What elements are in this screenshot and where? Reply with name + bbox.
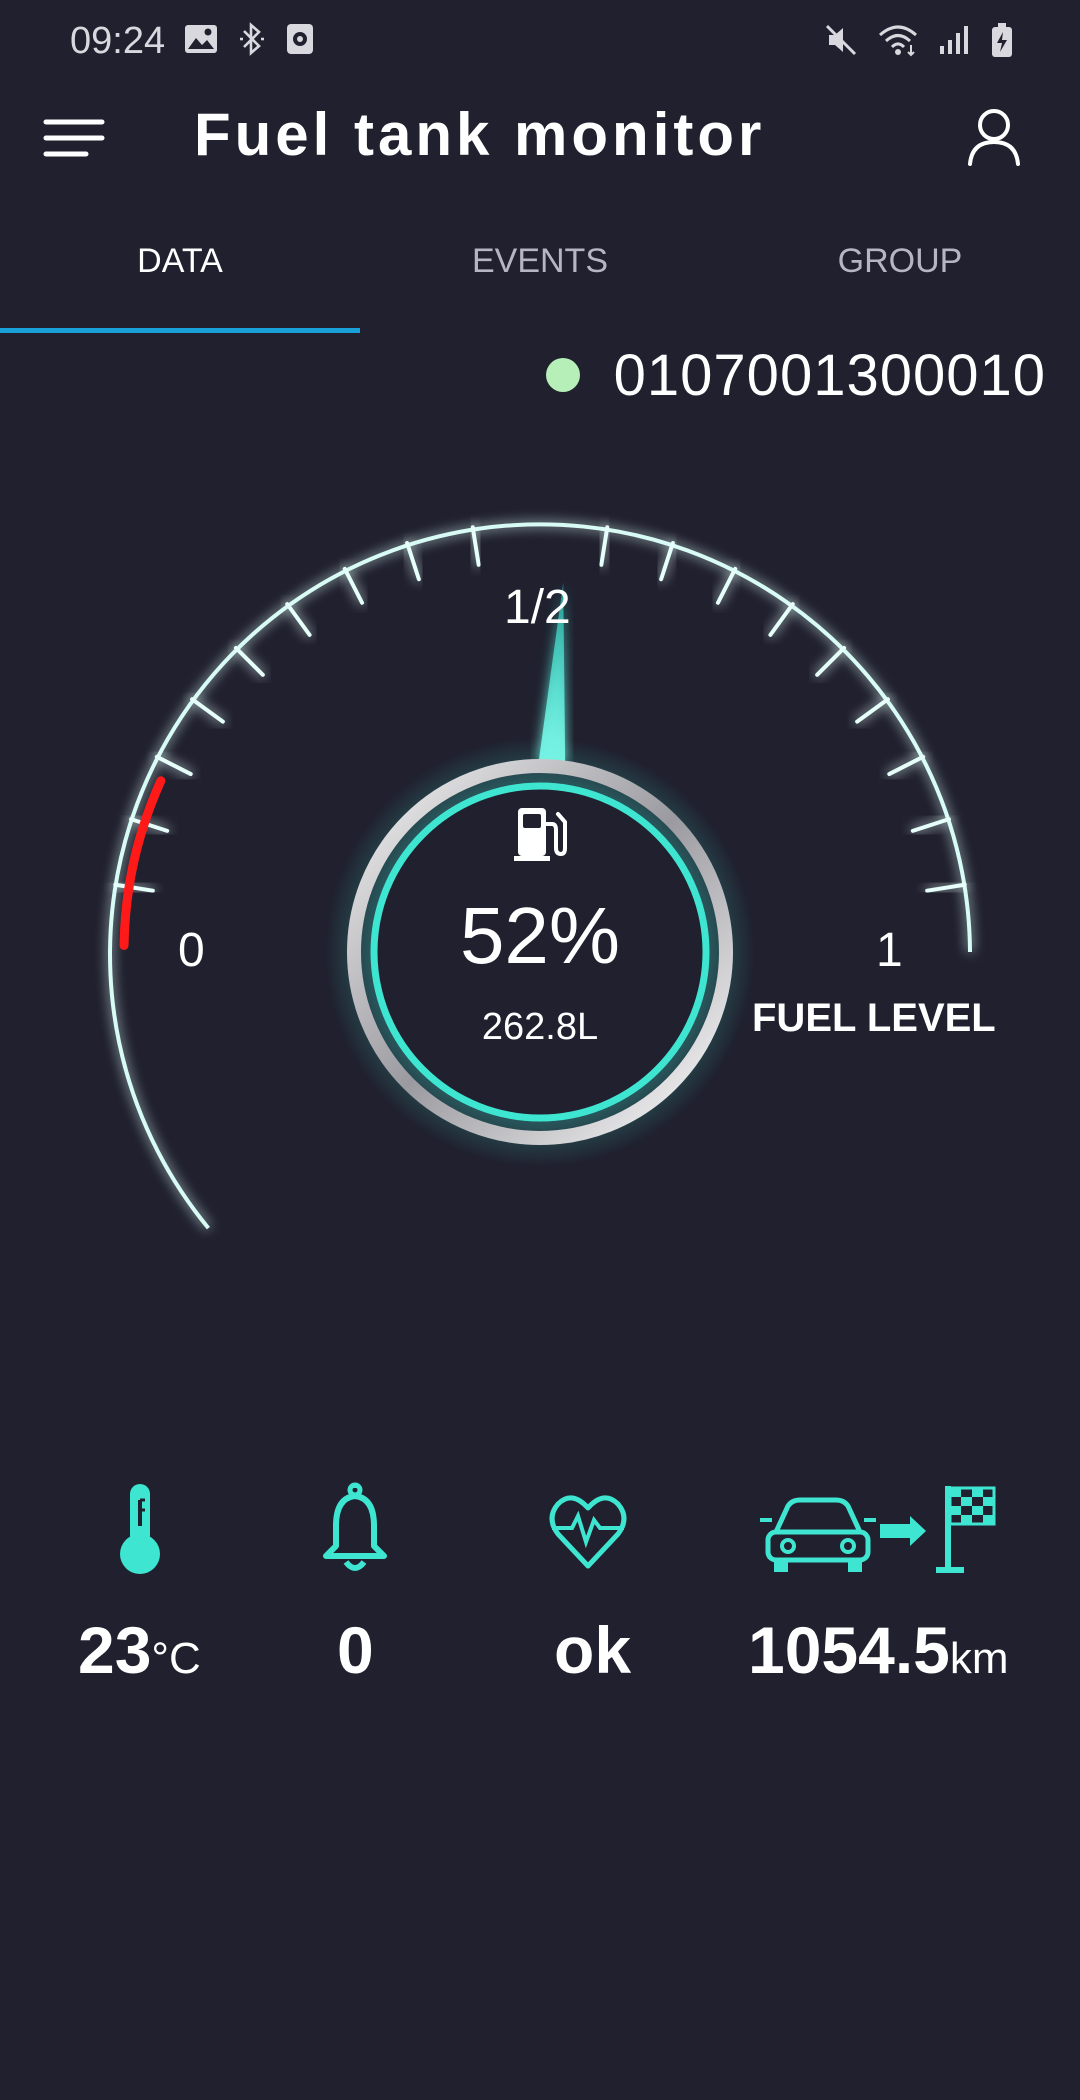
tab-bar: DATA EVENTS GROUP <box>0 220 1080 334</box>
wifi-icon <box>878 23 918 57</box>
remaining-range-unit: km <box>949 1634 1009 1683</box>
fuel-percent: 52% <box>459 891 621 980</box>
gauge-tick <box>233 645 265 677</box>
account-icon[interactable] <box>966 106 1022 168</box>
gauge-tick <box>659 541 675 582</box>
gauge-tick <box>715 566 738 605</box>
gauge-low-zone <box>119 776 166 950</box>
tab-group[interactable]: GROUP <box>720 220 1080 330</box>
screen-record-icon <box>286 23 314 55</box>
mute-icon <box>824 23 858 57</box>
tab-indicator <box>0 328 360 333</box>
heart-pulse-icon <box>548 1480 628 1581</box>
gauge-caption: FUEL LEVEL <box>752 996 996 1040</box>
gauge-tick <box>910 817 951 833</box>
gauge-tick <box>768 602 795 637</box>
thermometer-icon <box>112 1480 168 1581</box>
app-bar: Fuel tank monitor <box>0 86 1080 190</box>
health-status-stat: ok <box>554 1612 631 1688</box>
fuel-gauge: 1/2 0 1 FUEL LEVEL 52% 262.8L <box>0 440 1080 1340</box>
gauge-tick <box>925 882 967 893</box>
temperature-unit: °C <box>151 1634 201 1683</box>
fuel-volume: 262.8L <box>481 1006 599 1048</box>
stats-row: 23°C 0 ok 1054.5km <box>0 1480 1080 1710</box>
remaining-range-stat: 1054.5km <box>748 1612 1009 1688</box>
signal-icon <box>938 24 970 56</box>
alarm-count-value: 0 <box>337 1613 374 1687</box>
tab-data[interactable]: DATA <box>0 220 360 330</box>
app-title: Fuel tank monitor <box>194 101 766 168</box>
battery-charging-icon <box>990 22 1014 58</box>
online-status-dot <box>545 358 580 392</box>
fuel-pump-icon <box>510 804 570 864</box>
bluetooth-icon <box>238 22 266 56</box>
device-row[interactable]: 0107001300010 <box>545 340 1046 410</box>
gauge-tick <box>599 525 610 567</box>
gauge-tick-label-max: 1 <box>876 924 903 977</box>
gauge-tick-label-half: 1/2 <box>504 581 571 634</box>
health-status-value: ok <box>554 1613 632 1687</box>
gauge-tick <box>154 754 193 777</box>
temperature-value: 23 <box>78 1613 152 1687</box>
status-time: 09:24 <box>70 20 166 62</box>
device-id: 0107001300010 <box>613 342 1046 408</box>
gauge-tick <box>470 525 481 567</box>
image-icon <box>184 24 218 54</box>
gauge-tick <box>113 882 155 893</box>
status-right-icons <box>824 22 1014 58</box>
status-left-icons <box>184 22 314 56</box>
bell-icon <box>318 1480 392 1581</box>
gauge-tick <box>855 697 890 724</box>
menu-icon[interactable] <box>42 114 106 162</box>
car-to-finish-icon <box>760 1480 1000 1581</box>
tab-events[interactable]: EVENTS <box>360 220 720 330</box>
remaining-range-value: 1054.5 <box>748 1613 950 1687</box>
gauge-tick <box>815 645 847 677</box>
gauge-tick <box>342 566 365 605</box>
gauge-tick <box>190 697 225 724</box>
temperature-stat: 23°C <box>78 1612 201 1688</box>
gauge-tick-label-min: 0 <box>178 924 205 977</box>
gauge-tick <box>405 541 421 582</box>
gauge-tick <box>887 754 926 777</box>
alarm-count-stat: 0 <box>337 1612 374 1688</box>
gauge-tick <box>285 602 312 637</box>
status-bar: 09:24 <box>0 0 1080 86</box>
